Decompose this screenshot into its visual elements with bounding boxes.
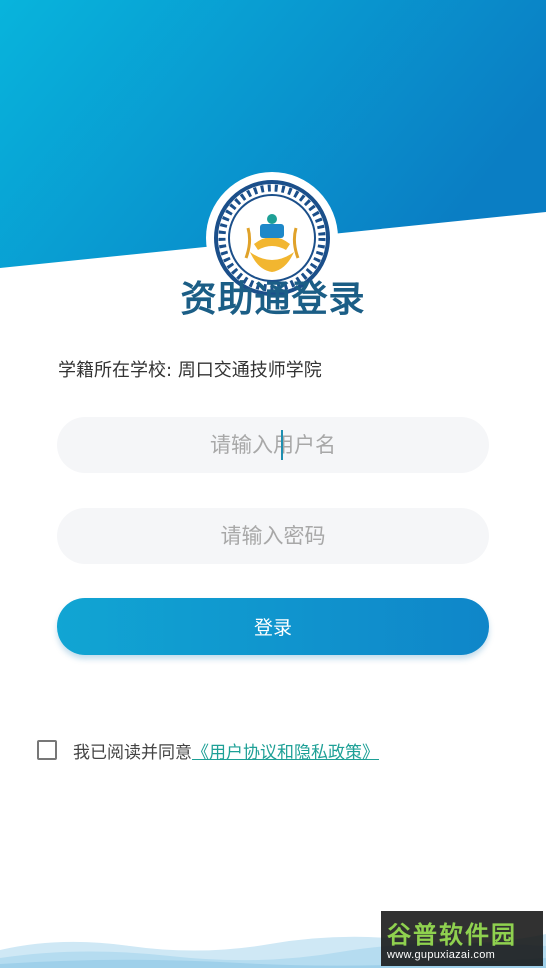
watermark-url: www.gupuxiazai.com <box>387 949 496 961</box>
school-info: 学籍所在学校: 周口交通技师学院 <box>58 356 322 382</box>
watermark-brand: 谷普软件园 <box>387 922 517 949</box>
school-label: 学籍所在学校: <box>58 360 173 381</box>
text-caret <box>281 430 283 460</box>
username-input[interactable] <box>57 417 489 473</box>
login-button[interactable]: 登录 <box>57 598 489 655</box>
agreement-text: 我已阅读并同意 <box>73 742 192 763</box>
agreement-link[interactable]: 《用户协议和隐私政策》 <box>192 738 379 763</box>
agreement-row: 我已阅读并同意 《用户协议和隐私政策》 <box>37 738 379 763</box>
agreement-checkbox[interactable] <box>37 740 57 760</box>
school-name: 周口交通技师学院 <box>177 360 322 381</box>
page-title: 资助通登录 <box>180 279 366 320</box>
watermark-logo: 谷普软件园 www.gupuxiazai.com <box>381 911 543 966</box>
password-input[interactable] <box>57 508 489 564</box>
